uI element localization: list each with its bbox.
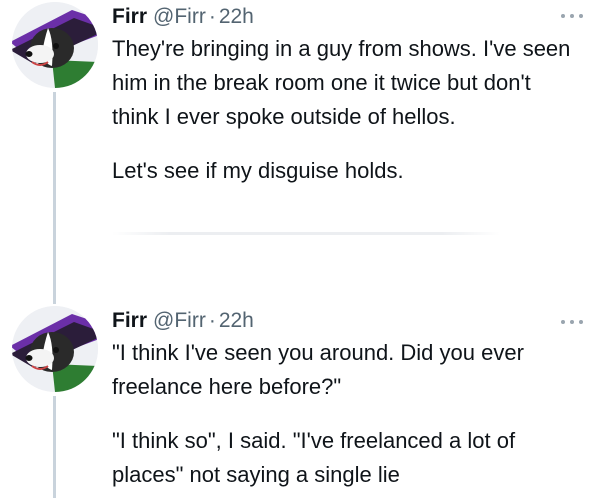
more-options-icon[interactable] (561, 318, 583, 326)
tweet-text: "I think I've seen you around. Did you e… (112, 336, 583, 492)
author-handle[interactable]: @Firr (153, 309, 206, 333)
skunk-avatar-icon[interactable] (12, 2, 98, 88)
tweet-header: Firr @Firr · 22h (112, 306, 583, 336)
tweet-paragraph: "I think I've seen you around. Did you e… (112, 340, 524, 399)
more-options-icon[interactable] (561, 12, 583, 20)
tweet-header: Firr @Firr · 22h (112, 2, 583, 32)
author-handle[interactable]: @Firr (153, 5, 206, 29)
tweet-paragraph: "I think so", I said. "I've freelanced a… (112, 428, 516, 487)
author-name[interactable]: Firr (112, 309, 147, 333)
tweet-content: Firr @Firr · 22h They're bringing in a g… (112, 2, 583, 188)
tweet[interactable]: Firr @Firr · 22h They're bringing in a g… (0, 0, 599, 304)
tweet-paragraph: Let's see if my disguise holds. (112, 158, 404, 183)
tweet-content: Firr @Firr · 22h "I think I've seen you … (112, 306, 583, 492)
separator: · (208, 5, 216, 28)
skunk-avatar-icon[interactable] (12, 306, 98, 392)
author-name[interactable]: Firr (112, 5, 147, 29)
tweet-paragraph: They're bringing in a guy from shows. I'… (112, 36, 571, 129)
thread-line (53, 92, 56, 304)
thread-line (53, 396, 56, 498)
timestamp[interactable]: 22h (219, 5, 254, 29)
separator: · (208, 309, 216, 332)
tweet[interactable]: Firr @Firr · 22h "I think I've seen you … (0, 300, 599, 498)
timestamp[interactable]: 22h (219, 309, 254, 333)
divider (112, 232, 500, 235)
tweet-text: They're bringing in a guy from shows. I'… (112, 32, 583, 188)
